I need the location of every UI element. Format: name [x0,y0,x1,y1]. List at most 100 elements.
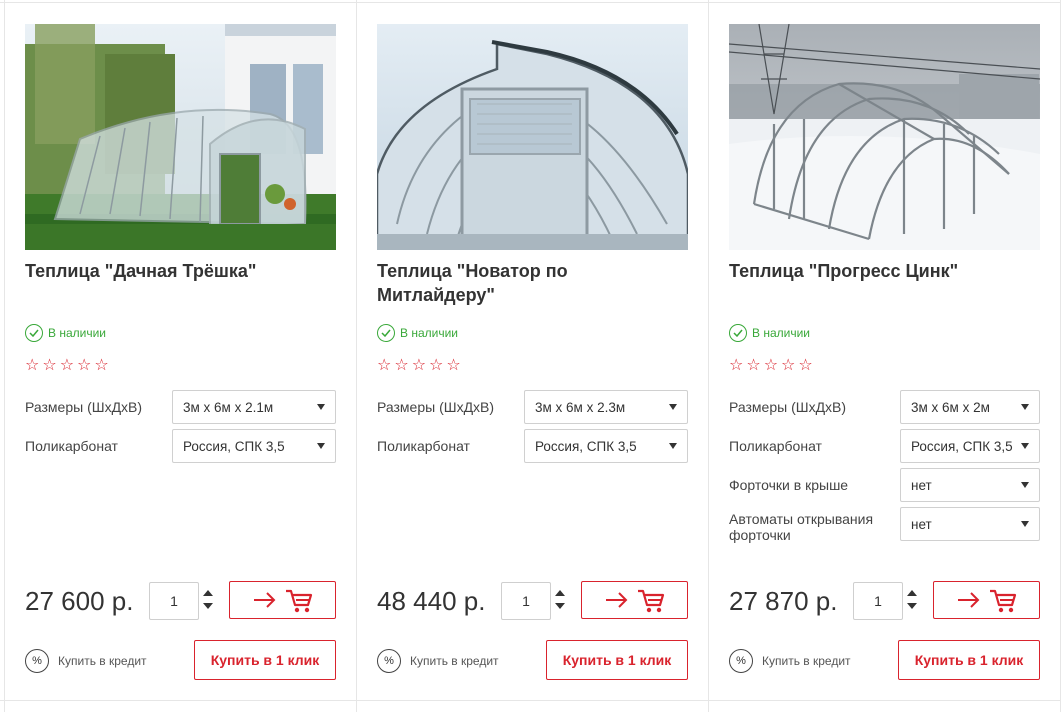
credit-label: Купить в кредит [762,654,851,668]
select-value: нет [911,516,932,532]
caret-down-icon[interactable] [555,603,565,609]
greenhouse-interior-photo[interactable] [377,24,688,250]
chevron-down-icon [669,443,677,449]
chevron-down-icon [1021,521,1029,527]
rating-stars[interactable]: ☆ ☆ ☆ ☆ ☆ [377,356,461,376]
select-value: 3м х 6м х 2м [911,399,990,415]
product-grid: Теплица "Дачная Трёшка" В наличии ☆ ☆ ☆ … [0,0,1061,712]
option-label: Размеры (ШхДхВ) [377,399,495,415]
greenhouse-lawn-photo[interactable] [25,24,336,250]
check-circle-icon [25,324,43,342]
option-row-size: Размеры (ШхДхВ) 3м х 6м х 2м [729,390,1040,424]
option-row-auto-openers: Автоматы открывания форточки нет [729,507,1040,543]
select-value: 3м х 6м х 2.3м [535,399,626,415]
chevron-down-icon [317,404,325,410]
star-outline-icon[interactable]: ☆ [798,356,812,376]
star-outline-icon[interactable]: ☆ [60,356,74,376]
auto-openers-select[interactable]: нет [900,507,1040,541]
star-outline-icon[interactable]: ☆ [42,356,56,376]
rating-stars[interactable]: ☆ ☆ ☆ ☆ ☆ [25,356,109,376]
star-outline-icon[interactable]: ☆ [446,356,460,376]
star-outline-icon[interactable]: ☆ [77,356,91,376]
arrow-cart-icon [957,589,1016,613]
buy-on-credit-link[interactable]: % Купить в кредит [25,648,147,674]
in-stock-label: В наличии [752,326,811,340]
select-value: Россия, СПК 3,5 [911,438,1013,454]
option-label: Поликарбонат [729,438,822,454]
percent-icon: % [729,649,753,673]
product-title[interactable]: Теплица "Прогресс Цинк" [729,259,1040,283]
option-row-roof-vents: Форточки в крыше нет [729,468,1040,502]
price: 27 870 р. [729,586,838,616]
polycarbonate-select[interactable]: Россия, СПК 3,5 [524,429,688,463]
quantity-stepper[interactable] [203,586,213,616]
caret-down-icon[interactable] [203,603,213,609]
select-value: Россия, СПК 3,5 [183,438,285,454]
percent-icon: % [25,649,49,673]
star-outline-icon[interactable]: ☆ [377,356,391,376]
quantity-stepper[interactable] [907,586,917,616]
star-outline-icon[interactable]: ☆ [729,356,743,376]
option-label: Размеры (ШхДхВ) [25,399,143,415]
option-label: Форточки в крыше [729,477,849,493]
option-row-polycarbonate: Поликарбонат Россия, СПК 3,5 [729,429,1040,463]
star-outline-icon[interactable]: ☆ [412,356,426,376]
product-card: Теплица "Дачная Трёшка" В наличии ☆ ☆ ☆ … [25,0,336,700]
in-stock-label: В наличии [48,326,107,340]
polycarbonate-select[interactable]: Россия, СПК 3,5 [172,429,336,463]
in-stock-status: В наличии [729,323,810,343]
credit-label: Купить в кредит [410,654,499,668]
buy-one-click-button[interactable]: Купить в 1 клик [546,640,688,680]
product-card: Теплица "Новатор по Митлайдеру" В наличи… [377,0,688,700]
buy-on-credit-link[interactable]: % Купить в кредит [377,648,499,674]
grid-divider [708,0,709,712]
credit-label: Купить в кредит [58,654,147,668]
chevron-down-icon [1021,482,1029,488]
size-select[interactable]: 3м х 6м х 2.1м [172,390,336,424]
chevron-down-icon [317,443,325,449]
caret-up-icon[interactable] [907,590,917,596]
select-value: Россия, СПК 3,5 [535,438,637,454]
add-to-cart-button[interactable] [933,581,1040,619]
roof-vents-select[interactable]: нет [900,468,1040,502]
quantity-input[interactable]: 1 [853,582,903,620]
product-title[interactable]: Теплица "Новатор по Митлайдеру" [377,259,688,307]
check-circle-icon [729,324,747,342]
quantity-stepper[interactable] [555,586,565,616]
greenhouse-frame-snow-photo[interactable] [729,24,1040,250]
quantity-input[interactable]: 1 [149,582,199,620]
buy-on-credit-link[interactable]: % Купить в кредит [729,648,851,674]
option-row-size: Размеры (ШхДхВ) 3м х 6м х 2.3м [377,390,688,424]
buy-one-click-button[interactable]: Купить в 1 клик [194,640,336,680]
star-outline-icon[interactable]: ☆ [94,356,108,376]
star-outline-icon[interactable]: ☆ [764,356,778,376]
option-label: Поликарбонат [377,438,470,454]
rating-stars[interactable]: ☆ ☆ ☆ ☆ ☆ [729,356,813,376]
size-select[interactable]: 3м х 6м х 2м [900,390,1040,424]
chevron-down-icon [1021,404,1029,410]
star-outline-icon[interactable]: ☆ [25,356,39,376]
product-card: Теплица "Прогресс Цинк" В наличии ☆ ☆ ☆ … [729,0,1040,700]
option-row-size: Размеры (ШхДхВ) 3м х 6м х 2.1м [25,390,336,424]
star-outline-icon[interactable]: ☆ [781,356,795,376]
polycarbonate-select[interactable]: Россия, СПК 3,5 [900,429,1040,463]
select-value: нет [911,477,932,493]
option-label: Размеры (ШхДхВ) [729,399,847,415]
option-label: Поликарбонат [25,438,118,454]
star-outline-icon[interactable]: ☆ [746,356,760,376]
star-outline-icon[interactable]: ☆ [429,356,443,376]
caret-up-icon[interactable] [555,590,565,596]
buy-one-click-button[interactable]: Купить в 1 клик [898,640,1040,680]
quantity-input[interactable]: 1 [501,582,551,620]
option-label: Автоматы открывания форточки [729,511,874,543]
caret-up-icon[interactable] [203,590,213,596]
add-to-cart-button[interactable] [229,581,336,619]
caret-down-icon[interactable] [907,603,917,609]
in-stock-label: В наличии [400,326,459,340]
option-row-polycarbonate: Поликарбонат Россия, СПК 3,5 [377,429,688,463]
product-title[interactable]: Теплица "Дачная Трёшка" [25,259,336,283]
add-to-cart-button[interactable] [581,581,688,619]
size-select[interactable]: 3м х 6м х 2.3м [524,390,688,424]
star-outline-icon[interactable]: ☆ [394,356,408,376]
grid-divider [356,0,357,712]
